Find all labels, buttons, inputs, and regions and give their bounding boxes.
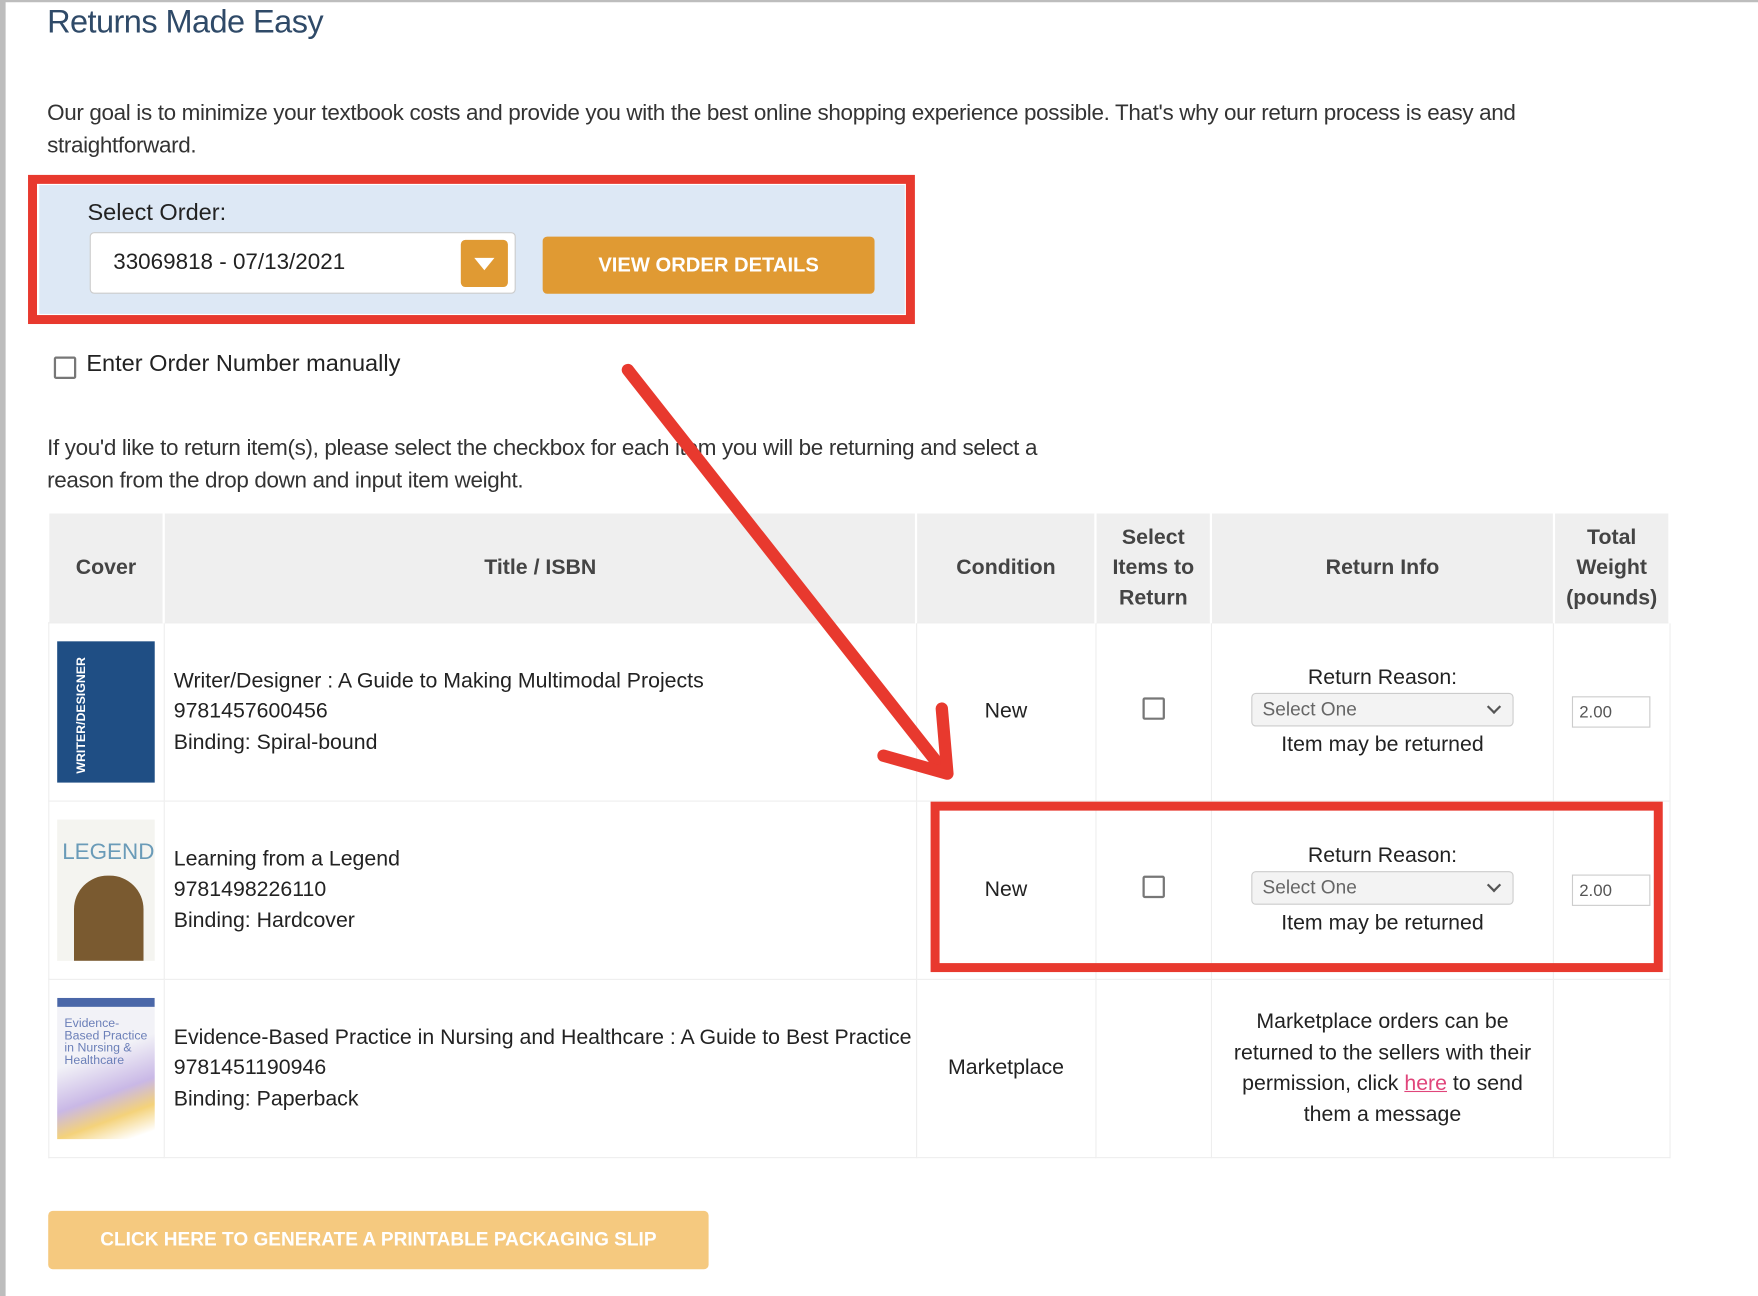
arrow-shaft: [621, 363, 951, 778]
annotation-arrow: [621, 363, 954, 780]
page: Returns Made Easy Our goal is to minimiz…: [0, 0, 1758, 1296]
generate-packaging-slip-button[interactable]: CLICK HERE TO GENERATE A PRINTABLE PACKA…: [48, 1210, 709, 1270]
